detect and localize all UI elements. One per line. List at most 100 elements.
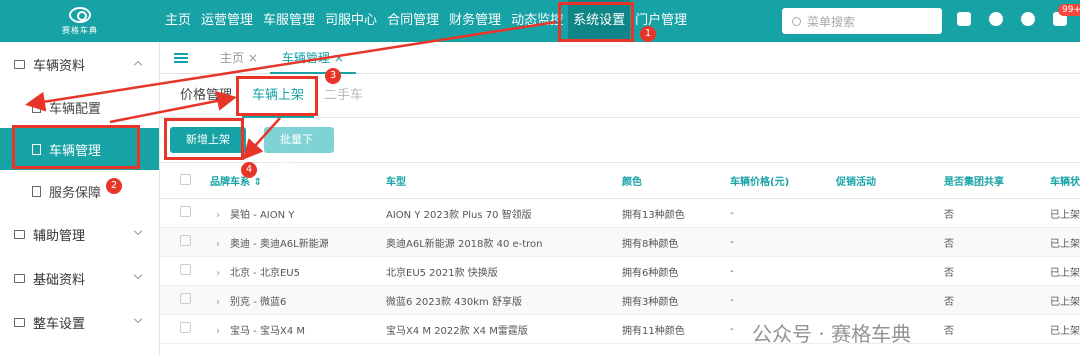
color-cell: 拥有3种颜色 — [622, 285, 730, 315]
color-cell: 拥有11种颜色 — [622, 314, 730, 344]
table-row[interactable]: › 昊铂 - AION Y AION Y 2023款 Plus 70 智领版 拥有… — [160, 198, 1080, 228]
help-icon[interactable] — [989, 12, 1003, 26]
search-icon — [792, 16, 801, 26]
row-checkbox[interactable] — [180, 206, 191, 217]
tab-vehicle-manage[interactable]: 车辆管理 × — [269, 42, 356, 74]
model-cell: 微蓝6 2023款 430km 舒享版 — [386, 285, 622, 315]
nav-contracts[interactable]: 合同管理 — [382, 0, 444, 42]
brand-series: 北京 - 北京EU5 — [230, 267, 300, 279]
shared-cell: 否 — [944, 314, 1050, 344]
annotation-box-system-settings — [558, 2, 634, 42]
model-cell: 北京EU5 2021款 快换版 — [386, 256, 622, 286]
sidebar-item-vehicle-config[interactable]: 车辆配置 — [0, 86, 159, 128]
toolbar: 新增上架 批量下架 — [160, 118, 1080, 172]
expand-icon[interactable]: › — [216, 268, 220, 279]
search-placeholder: 菜单搜索 — [807, 14, 856, 29]
sidebar-group-aux[interactable]: 辅助管理 — [0, 212, 159, 256]
model-cell: 宝马X4 M 2022款 X4 M雷霆版 — [386, 314, 622, 344]
tab-home[interactable]: 主页 × — [208, 42, 270, 74]
nav-operations[interactable]: 运营管理 — [196, 0, 258, 42]
color-cell: 拥有8种颜色 — [622, 227, 730, 257]
expand-icon[interactable]: › — [216, 210, 220, 221]
nav-driver-center[interactable]: 司服中心 — [320, 0, 382, 42]
table-row[interactable]: › 宝马 - 宝马X4 M 宝马X4 M 2022款 X4 M雷霆版 拥有11种颜… — [160, 314, 1080, 344]
menu-search-input[interactable]: 菜单搜索 — [782, 8, 942, 34]
shared-cell: 否 — [944, 198, 1050, 228]
column-header: 车辆状 — [1050, 162, 1080, 199]
row-checkbox[interactable] — [180, 235, 191, 246]
nav-finance[interactable]: 财务管理 — [444, 0, 506, 42]
row-checkbox[interactable] — [180, 322, 191, 333]
annotation-box-vehicle-manage — [12, 125, 140, 169]
expand-icon[interactable]: › — [216, 326, 220, 337]
sidebar-group-base[interactable]: 基础资料 — [0, 256, 159, 300]
chevron-up-icon — [133, 60, 143, 70]
color-cell: 拥有6种颜色 — [622, 256, 730, 286]
expand-icon[interactable]: › — [216, 239, 220, 250]
sidebar-item-label: 服务保障 — [49, 185, 102, 201]
chevron-down-icon — [133, 226, 143, 236]
vehicle-table: 品牌车系 ⇕ 车型 颜色 车辆价格(元) 促销活动 是否集团共享 车辆状 › 昊铂… — [160, 162, 1080, 344]
column-header: 颜色 — [622, 162, 730, 199]
table-header: 品牌车系 ⇕ 车型 颜色 车辆价格(元) 促销活动 是否集团共享 车辆状 — [160, 162, 1080, 199]
nav-car-service[interactable]: 车服管理 — [258, 0, 320, 42]
sidebar-group-settings[interactable]: 整车设置 — [0, 300, 159, 344]
annotation-number: 3 — [325, 68, 341, 84]
row-checkbox[interactable] — [180, 264, 191, 275]
subtab-used-car[interactable]: 二手车 — [314, 74, 373, 118]
table-row[interactable]: › 北京 - 北京EU5 北京EU5 2021款 快换版 拥有6种颜色 - 否 已… — [160, 256, 1080, 286]
sidebar-group-label: 辅助管理 — [33, 228, 86, 244]
column-header: 车辆价格(元) — [730, 162, 836, 199]
folder-icon — [14, 59, 25, 69]
subtab-price[interactable]: 价格管理 — [170, 74, 242, 118]
page-tabbar: 主页 × 车辆管理 × — [160, 42, 1080, 74]
logo-icon — [69, 6, 91, 23]
chevron-down-icon — [133, 270, 143, 280]
brand-series: 别克 - 微蓝6 — [230, 296, 287, 308]
clipboard-icon[interactable] — [957, 12, 971, 26]
price-cell: - — [730, 256, 836, 286]
column-header[interactable]: 品牌车系 ⇕ — [210, 162, 386, 199]
menu-toggle-icon[interactable] — [174, 52, 188, 63]
brand-series: 昊铂 - AION Y — [230, 209, 295, 221]
column-header: 车型 — [386, 162, 622, 199]
price-cell: - — [730, 198, 836, 228]
status-cell: 已上架 — [1050, 198, 1080, 228]
promo-cell — [836, 285, 944, 315]
notification-badge: 99+ — [1058, 4, 1080, 16]
nav-home[interactable]: 主页 — [160, 0, 196, 42]
sidebar-item-service[interactable]: 服务保障 — [0, 170, 159, 212]
promo-cell — [836, 256, 944, 286]
main-content: 价格管理 车辆上架 二手车 新增上架 批量下架 品牌车系 ⇕ 车型 颜色 车辆价… — [160, 74, 1080, 355]
select-all-checkbox[interactable] — [180, 173, 191, 185]
brand-series: 奥迪 - 奥迪A6L新能源 — [230, 238, 329, 250]
annotation-number: 2 — [106, 178, 122, 194]
column-header: 是否集团共享 — [944, 162, 1050, 199]
watermark: 公众号 · 赛格车典 — [752, 322, 912, 346]
shared-cell: 否 — [944, 227, 1050, 257]
folder-icon — [14, 317, 25, 327]
header-icons — [957, 12, 1067, 26]
document-icon — [32, 185, 41, 197]
sidebar-group-vehicle-data[interactable]: 车辆资料 — [0, 42, 159, 86]
price-cell: - — [730, 227, 836, 257]
brand-series: 宝马 - 宝马X4 M — [230, 325, 305, 337]
status-cell: 已上架 — [1050, 227, 1080, 257]
annotation-number: 4 — [241, 162, 257, 178]
batch-delist-button[interactable]: 批量下架 — [264, 127, 334, 172]
document-icon — [32, 101, 41, 113]
color-cell: 拥有13种颜色 — [622, 198, 730, 228]
status-cell: 已上架 — [1050, 256, 1080, 286]
status-cell: 已上架 — [1050, 285, 1080, 315]
shared-cell: 否 — [944, 256, 1050, 286]
row-checkbox[interactable] — [180, 293, 191, 304]
column-header: 促销活动 — [836, 162, 944, 199]
wechat-icon[interactable] — [1021, 12, 1035, 26]
table-row[interactable]: › 别克 - 微蓝6 微蓝6 2023款 430km 舒享版 拥有3种颜色 - 否… — [160, 285, 1080, 315]
price-cell: - — [730, 285, 836, 315]
table-row[interactable]: › 奥迪 - 奥迪A6L新能源 奥迪A6L新能源 2018款 40 e-tron … — [160, 227, 1080, 257]
folder-icon — [14, 273, 25, 283]
annotation-box-add-button — [164, 118, 244, 160]
shared-cell: 否 — [944, 285, 1050, 315]
expand-icon[interactable]: › — [216, 297, 220, 308]
